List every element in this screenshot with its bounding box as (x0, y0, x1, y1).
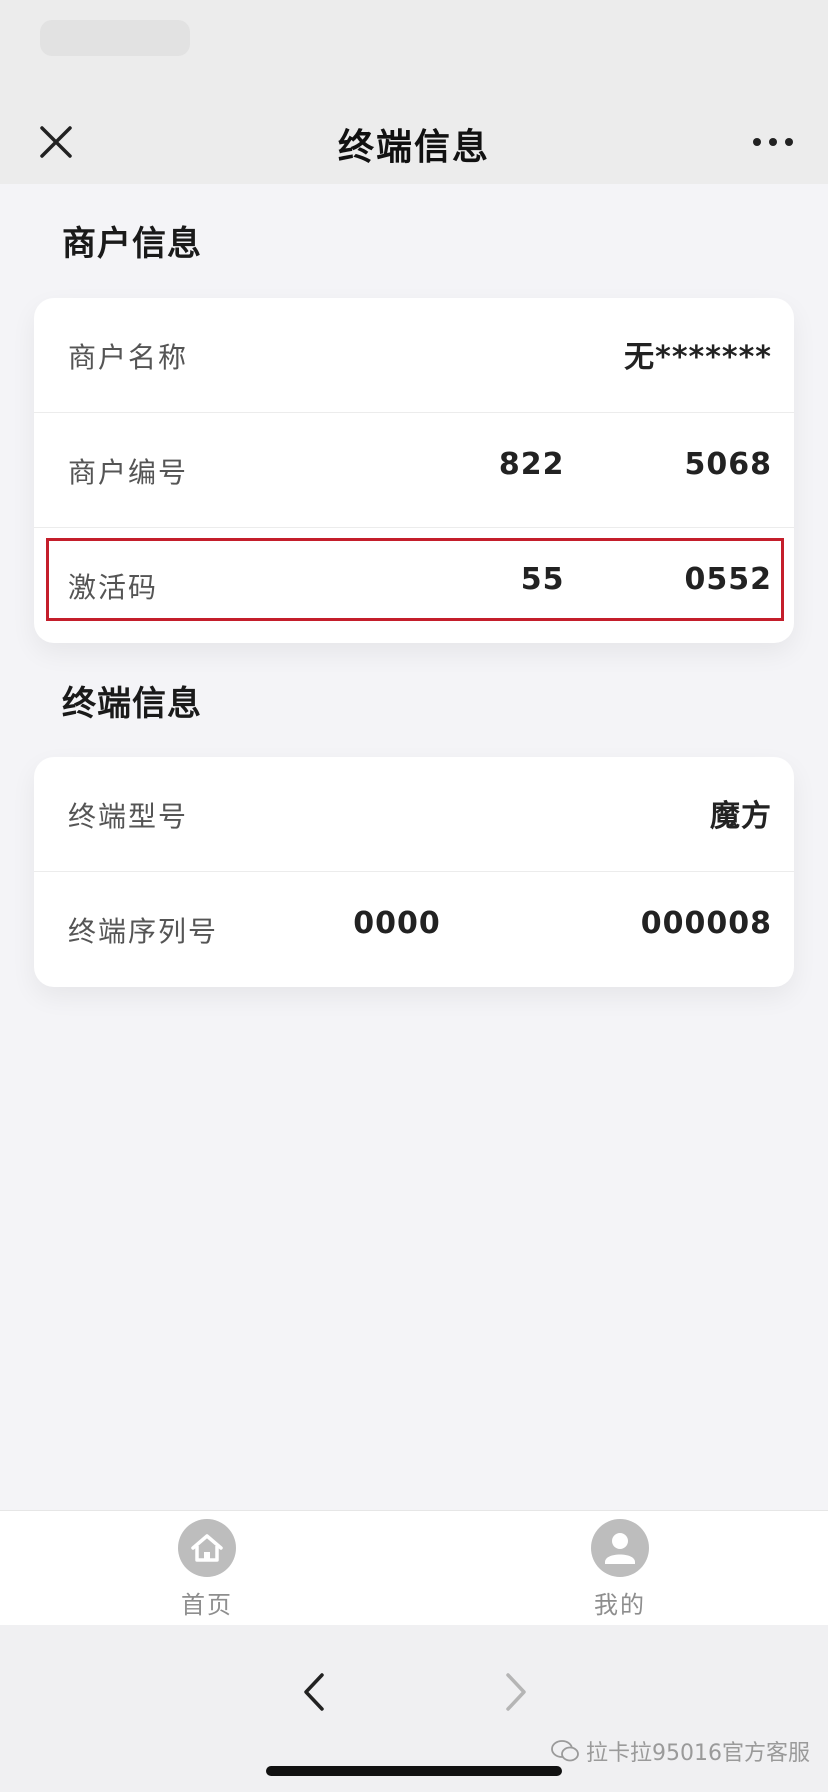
terminal-model-value: 魔方 (710, 799, 772, 834)
merchant-section-title: 商户信息 (62, 224, 202, 264)
terminal-info-card: 终端型号 魔方 终端序列号 0000 000008 (34, 757, 794, 987)
redaction-mask (564, 450, 685, 481)
terminal-model-label: 终端型号 (68, 800, 189, 833)
status-bar-time-blurred (40, 20, 190, 56)
bottom-tab-bar: 首页 我的 (0, 1510, 828, 1625)
redaction-mask (440, 909, 641, 940)
browser-toolbar: 拉卡拉95016官方客服 (0, 1625, 828, 1792)
activation-code-row: 激活码 55 0552 (34, 528, 794, 643)
terminal-section-title: 终端信息 (62, 684, 202, 724)
terminal-serial-value-end: 000008 (640, 906, 772, 941)
merchant-id-row: 商户编号 822 5068 (34, 413, 794, 528)
page-title: 终端信息 (337, 127, 490, 168)
terminal-model-row: 终端型号 魔方 (34, 757, 794, 872)
wechat-icon (551, 1740, 579, 1762)
activation-code-value-start: 55 (520, 562, 565, 597)
home-indicator[interactable] (266, 1766, 562, 1776)
merchant-id-value-start: 822 (498, 447, 565, 482)
merchant-name-row: 商户名称 无******* (34, 298, 794, 413)
terminal-serial-value: 0000 000008 (353, 906, 772, 941)
merchant-info-card: 商户名称 无******* 商户编号 822 5068 激活码 55 0552 (34, 298, 794, 643)
redaction-mask (564, 565, 685, 596)
terminal-serial-value-start: 0000 (353, 906, 441, 941)
status-bar (0, 0, 828, 100)
activation-code-value: 55 0552 (521, 562, 772, 597)
merchant-id-value: 822 5068 (499, 447, 772, 482)
watermark-text: 拉卡拉95016官方客服 (586, 1741, 810, 1766)
activation-code-label: 激活码 (68, 571, 159, 604)
merchant-id-value-end: 5068 (684, 447, 772, 482)
merchant-id-label: 商户编号 (68, 456, 189, 489)
terminal-serial-row: 终端序列号 0000 000008 (34, 872, 794, 987)
nav-bar: 终端信息 (0, 100, 828, 184)
tab-mine-label: 我的 (594, 1591, 646, 1619)
home-icon (178, 1519, 236, 1577)
merchant-name-value: 无******* (624, 340, 772, 375)
chevron-right-icon[interactable] (496, 1667, 536, 1717)
chevron-left-icon[interactable] (294, 1667, 334, 1717)
merchant-name-label: 商户名称 (68, 341, 189, 374)
user-icon (591, 1519, 649, 1577)
activation-code-value-end: 0552 (684, 562, 772, 597)
page: 终端信息 商户信息 商户名称 无******* 商户编号 822 5068 激活码… (0, 0, 828, 1792)
tab-home-label: 首页 (181, 1591, 233, 1619)
tab-mine[interactable]: 我的 (565, 1519, 675, 1620)
more-icon[interactable] (748, 120, 798, 164)
watermark: 拉卡拉95016官方客服 (550, 1735, 810, 1767)
terminal-serial-label: 终端序列号 (68, 915, 219, 948)
tab-home[interactable]: 首页 (152, 1519, 262, 1620)
